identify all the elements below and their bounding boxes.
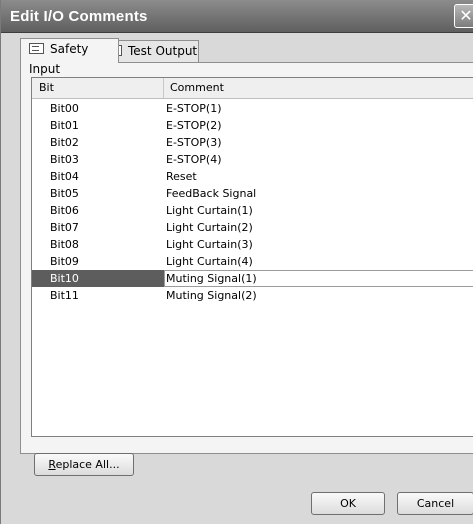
replace-all-button[interactable]: Replace All... bbox=[34, 453, 134, 476]
bit-cell: Bit09 bbox=[50, 255, 79, 268]
table-row[interactable]: Bit05 FeedBack Signal bbox=[32, 185, 473, 202]
button-label: eplace All... bbox=[55, 458, 120, 471]
bit-cell: Bit02 bbox=[50, 136, 79, 149]
comment-cell[interactable]: FeedBack Signal bbox=[164, 185, 473, 202]
comment-cell[interactable]: E-STOP(3) bbox=[164, 134, 473, 151]
column-header-bit[interactable]: Bit bbox=[32, 78, 164, 98]
table-row[interactable]: Bit00 E-STOP(1) bbox=[32, 100, 473, 117]
bit-cell: Bit05 bbox=[50, 187, 79, 200]
cancel-button[interactable]: Cancel bbox=[397, 492, 473, 515]
bit-cell: Bit04 bbox=[50, 170, 79, 183]
comment-cell[interactable]: Muting Signal(2) bbox=[164, 287, 473, 304]
table-row[interactable]: Bit07 Light Curtain(2) bbox=[32, 219, 473, 236]
comment-edit-text: Muting Signal(1) bbox=[166, 272, 257, 285]
io-comments-list[interactable]: Bit Comment Bit00 E-STOP(1) Bit01 E-STOP… bbox=[31, 77, 473, 437]
mnemonic-letter: R bbox=[48, 458, 56, 471]
bit-cell: Bit01 bbox=[50, 119, 79, 132]
tab-safety-input[interactable]: Safety Input bbox=[20, 38, 119, 76]
ok-button[interactable]: OK bbox=[311, 492, 385, 515]
bit-cell: Bit00 bbox=[50, 102, 79, 115]
bit-cell: Bit08 bbox=[50, 238, 79, 251]
comment-cell[interactable]: Light Curtain(2) bbox=[164, 219, 473, 236]
comment-cell[interactable]: E-STOP(4) bbox=[164, 151, 473, 168]
comment-cell[interactable]: Reset bbox=[164, 168, 473, 185]
table-row-selected[interactable]: Bit10 Muting Signal(1) bbox=[32, 270, 473, 287]
table-row[interactable]: Bit01 E-STOP(2) bbox=[32, 117, 473, 134]
table-row[interactable]: Bit11 Muting Signal(2) bbox=[32, 287, 473, 304]
list-header: Bit Comment bbox=[32, 78, 473, 99]
close-icon: ✕ bbox=[459, 6, 473, 25]
bit-cell: Bit11 bbox=[50, 289, 79, 302]
table-row[interactable]: Bit08 Light Curtain(3) bbox=[32, 236, 473, 253]
title-bar[interactable]: Edit I/O Comments ✕ bbox=[1, 0, 473, 33]
edit-io-comments-dialog: Edit I/O Comments ✕ Test Output Safety I… bbox=[0, 0, 473, 524]
table-row[interactable]: Bit04 Reset bbox=[32, 168, 473, 185]
bit-cell: Bit10 bbox=[32, 270, 164, 287]
bit-cell: Bit07 bbox=[50, 221, 79, 234]
comment-cell[interactable]: E-STOP(2) bbox=[164, 117, 473, 134]
bit-cell: Bit06 bbox=[50, 204, 79, 217]
table-row[interactable]: Bit09 Light Curtain(4) bbox=[32, 253, 473, 270]
dialog-title: Edit I/O Comments bbox=[10, 8, 148, 25]
column-header-comment[interactable]: Comment bbox=[164, 78, 473, 98]
table-row[interactable]: Bit02 E-STOP(3) bbox=[32, 134, 473, 151]
tab-label: Test Output bbox=[128, 44, 198, 58]
close-button[interactable]: ✕ bbox=[454, 4, 473, 28]
table-row[interactable]: Bit03 E-STOP(4) bbox=[32, 151, 473, 168]
comment-cell[interactable]: E-STOP(1) bbox=[164, 100, 473, 117]
comment-edit-field[interactable]: Muting Signal(1) bbox=[164, 270, 473, 287]
bit-cell: Bit03 bbox=[50, 153, 79, 166]
comment-cell[interactable]: Light Curtain(1) bbox=[164, 202, 473, 219]
comment-cell[interactable]: Light Curtain(3) bbox=[164, 236, 473, 253]
table-row[interactable]: Bit06 Light Curtain(1) bbox=[32, 202, 473, 219]
comment-cell[interactable]: Light Curtain(4) bbox=[164, 253, 473, 270]
io-module-icon bbox=[29, 43, 44, 54]
